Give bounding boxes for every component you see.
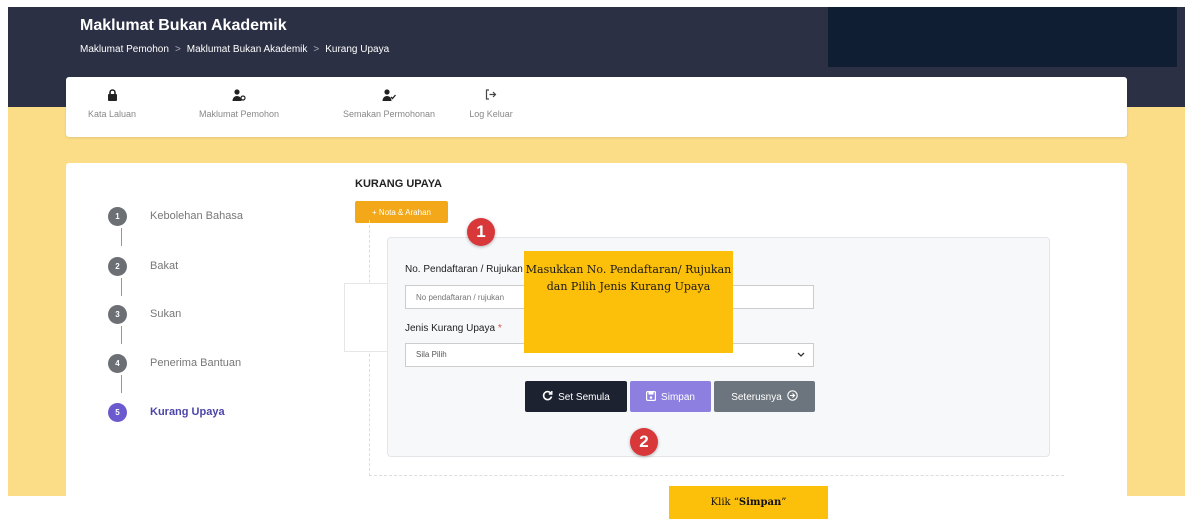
reset-button[interactable]: Set Semula <box>525 381 627 412</box>
next-button-label: Seterusnya <box>731 392 782 403</box>
nav-label: Log Keluar <box>469 109 513 119</box>
breadcrumb-item-maklumat-pemohon[interactable]: Maklumat Pemohon <box>80 44 169 55</box>
header-dark-panel <box>828 7 1177 67</box>
step-sukan[interactable]: 3 Sukan <box>108 305 328 325</box>
step-kurang-upaya[interactable]: 5 Kurang Upaya <box>108 403 328 423</box>
step-number: 3 <box>108 305 127 324</box>
sign-out-icon <box>456 89 526 103</box>
nav-semakan-permohonan[interactable]: Semakan Permohonan <box>324 77 454 137</box>
step-penerima-bantuan[interactable]: 4 Penerima Bantuan <box>108 354 328 374</box>
step-label: Kebolehan Bahasa <box>150 210 243 222</box>
step-connector <box>121 278 122 296</box>
klik-bold: Simpan <box>738 497 782 508</box>
step-connector <box>121 228 122 246</box>
required-mark: * <box>497 323 502 334</box>
nav-maklumat-pemohon[interactable]: Maklumat Pemohon <box>179 77 299 137</box>
step-badge-1: 1 <box>467 218 495 246</box>
disability-type-label: Jenis Kurang Upaya * <box>405 323 502 334</box>
nav-log-keluar[interactable]: Log Keluar <box>456 77 526 137</box>
klik-simpan-note: Klik “Simpan” <box>669 486 828 519</box>
step-kebolehan-bahasa[interactable]: 1 Kebolehan Bahasa <box>108 207 328 227</box>
klik-prefix: Klik “ <box>710 497 739 508</box>
step-number: 5 <box>108 403 127 422</box>
step-connector <box>121 375 122 393</box>
save-button-label: Simpan <box>661 391 695 403</box>
next-button[interactable]: Seterusnya <box>714 381 815 412</box>
breadcrumb-item-bukan-akademik[interactable]: Maklumat Bukan Akademik <box>187 44 308 55</box>
user-plus-icon <box>179 89 299 103</box>
step-number: 2 <box>108 257 127 276</box>
arrow-circle-right-icon <box>787 390 798 401</box>
breadcrumb-separator-icon: > <box>313 44 320 55</box>
step-number: 4 <box>108 354 127 373</box>
form-side-panel <box>344 283 389 352</box>
step-label: Sukan <box>150 308 182 320</box>
breadcrumb-separator-icon: > <box>174 44 181 55</box>
ref-number-label: No. Pendaftaran / Rujukan <box>405 264 523 275</box>
klik-suffix: ” <box>781 497 787 508</box>
save-button[interactable]: Simpan <box>630 381 711 412</box>
lock-icon <box>78 89 146 103</box>
step-label: Bakat <box>150 260 179 272</box>
save-icon <box>646 390 657 401</box>
user-check-icon <box>324 89 454 103</box>
breadcrumb-item-kurang-upaya: Kurang Upaya <box>325 44 390 55</box>
step-label: Penerima Bantuan <box>150 357 242 369</box>
disability-type-label-text: Jenis Kurang Upaya <box>405 323 496 334</box>
section-title: KURANG UPAYA <box>355 178 443 190</box>
top-nav: Kata Laluan Maklumat Pemohon Semakan Per… <box>66 77 1127 137</box>
breadcrumb: Maklumat Pemohon > Maklumat Bukan Akademik… <box>80 44 389 55</box>
step-label: Kurang Upaya <box>150 406 225 418</box>
step-connector <box>121 326 122 344</box>
nav-label: Semakan Permohonan <box>342 109 436 119</box>
step-bakat[interactable]: 2 Bakat <box>108 257 328 277</box>
instruction-callout: Masukkan No. Pendaftaran/ Rujukan dan Pi… <box>524 251 733 353</box>
chevron-down-icon <box>797 344 805 374</box>
step-badge-2: 2 <box>630 428 658 456</box>
nav-kata-laluan[interactable]: Kata Laluan <box>78 77 146 137</box>
page-title: Maklumat Bukan Akademik <box>80 17 287 34</box>
reset-button-label: Set Semula <box>558 392 610 403</box>
step-number: 1 <box>108 207 127 226</box>
refresh-icon <box>542 390 553 401</box>
select-value: Sila Pilih <box>416 350 447 359</box>
nav-label: Maklumat Pemohon <box>198 109 280 119</box>
nav-label: Kata Laluan <box>87 109 137 119</box>
